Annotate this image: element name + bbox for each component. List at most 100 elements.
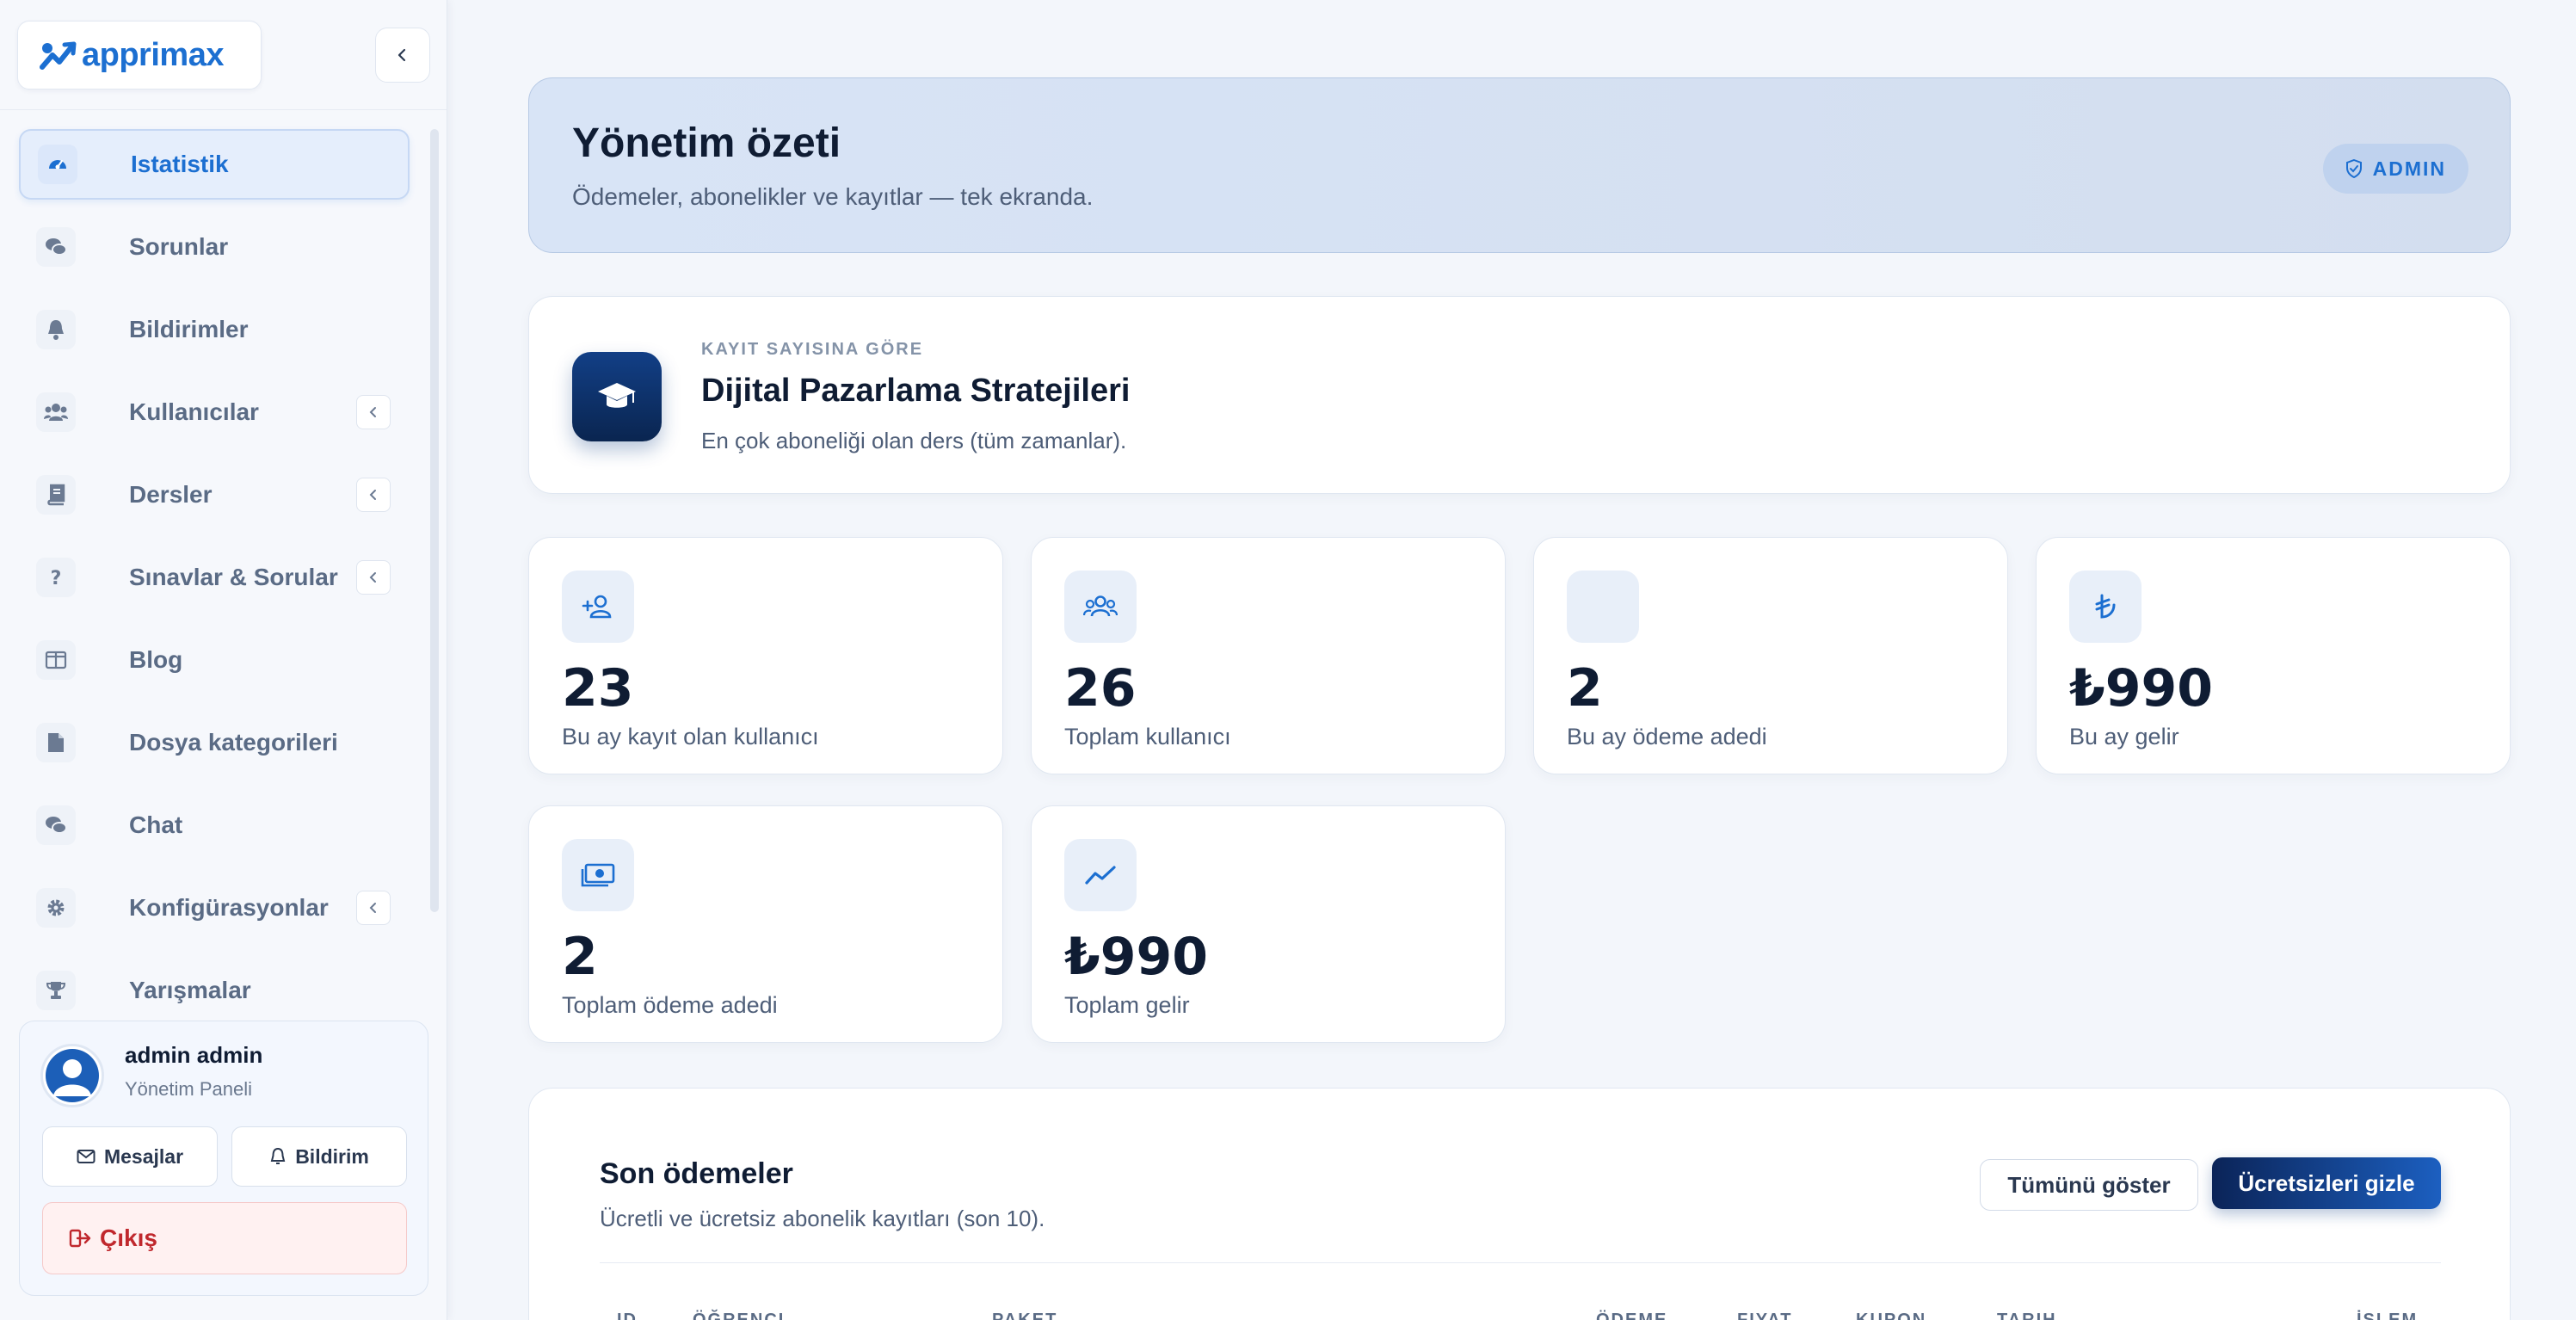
column-header-coupon[interactable]: KUPON — [1856, 1311, 1926, 1320]
top-course-title: Dijital Pazarlama Stratejileri — [701, 373, 1131, 409]
user-avatar-icon — [43, 1046, 102, 1105]
stat-card-total-users: 26 Toplam kullanıcı — [1031, 537, 1506, 774]
chat-bubbles-icon — [36, 227, 76, 267]
book-icon — [36, 475, 76, 515]
notifications-label: Bildirim — [295, 1144, 369, 1168]
trend-line-icon — [1064, 839, 1137, 911]
brand-logo[interactable]: apprimax — [17, 21, 262, 89]
avatar[interactable] — [40, 1044, 104, 1107]
user-name: admin admin — [125, 1042, 263, 1068]
section-title: Son ödemeler — [600, 1157, 793, 1190]
sidebar-item-kullanicilar[interactable]: Kullanıcılar — [19, 377, 410, 447]
notifications-button[interactable]: Bildirim — [231, 1126, 407, 1187]
envelope-icon — [77, 1150, 96, 1163]
sidebar-item-label: Chat — [129, 811, 183, 838]
stat-card-monthly-payments: 2 Bu ay ödeme adedi — [1533, 537, 2008, 774]
chevron-left-icon[interactable] — [356, 478, 391, 512]
top-course-subtitle: En çok aboneliği olan ders (tüm zamanlar… — [701, 428, 1127, 453]
hide-free-button[interactable]: Ücretsizleri gizle — [2212, 1157, 2441, 1209]
page-subtitle: Ödemeler, abonelikler ve kayıtlar — tek … — [572, 183, 1094, 210]
stat-card-monthly-signups: 23 Bu ay kayıt olan kullanıcı — [528, 537, 1003, 774]
sidebar-item-label: Konfigürasyonlar — [129, 894, 329, 921]
sidebar-item-label: Blog — [129, 646, 183, 673]
sidebar-item-blog[interactable]: Blog — [19, 625, 410, 695]
stat-value: 26 — [1064, 658, 1137, 719]
stat-value: 2 — [562, 927, 598, 987]
trophy-icon — [36, 971, 76, 1010]
column-header-id[interactable]: ID — [617, 1311, 638, 1320]
sidebar-item-label: Kullanıcılar — [129, 398, 259, 425]
sidebar-nav: Istatistik Sorunlar Bildirimler Kullanıc… — [0, 120, 439, 1015]
file-icon — [36, 723, 76, 762]
sidebar-item-label: Sorunlar — [129, 233, 229, 260]
user-role: Yönetim Paneli — [125, 1078, 252, 1100]
sign-out-icon — [69, 1229, 91, 1248]
lira-icon — [2069, 571, 2142, 643]
bell-icon — [270, 1147, 286, 1164]
stat-card-total-payments: 2 Toplam ödeme adedi — [528, 805, 1003, 1043]
apprimax-logo-icon — [40, 41, 77, 70]
top-course-kicker: KAYIT SAYISINA GÖRE — [701, 340, 924, 359]
stat-label: Toplam kullanıcı — [1064, 724, 1231, 749]
sidebar-item-label: Sınavlar & Sorular — [129, 564, 338, 590]
divider — [600, 1262, 2441, 1263]
page-title: Yönetim özeti — [572, 120, 841, 166]
sidebar-item-chat[interactable]: Chat — [19, 790, 410, 860]
sidebar-item-sorunlar[interactable]: Sorunlar — [19, 212, 410, 282]
section-subtitle: Ücretli ve ücretsiz abonelik kayıtları (… — [600, 1206, 1045, 1231]
column-header-payment[interactable]: ÖDEME — [1596, 1311, 1667, 1320]
users-icon — [36, 392, 76, 432]
top-course-card[interactable]: KAYIT SAYISINA GÖRE Dijital Pazarlama St… — [528, 296, 2511, 494]
chevron-left-icon[interactable] — [356, 891, 391, 925]
chevron-left-icon[interactable] — [356, 560, 391, 595]
sidebar-item-sinavlar[interactable]: ? Sınavlar & Sorular — [19, 542, 410, 613]
sidebar-item-label: Dosya kategorileri — [129, 729, 338, 756]
stat-label: Toplam gelir — [1064, 992, 1190, 1018]
sidebar-item-yarismalar[interactable]: Yarışmalar — [19, 955, 410, 1015]
messages-button[interactable]: Mesajlar — [42, 1126, 218, 1187]
chat-bubbles-icon — [36, 805, 76, 845]
column-header-price[interactable]: FIYAT — [1737, 1311, 1792, 1320]
column-header-date[interactable]: TARIH — [1997, 1311, 2057, 1320]
sidebar-item-label: Istatistik — [131, 151, 229, 177]
sidebar-item-dersler[interactable]: Dersler — [19, 460, 410, 530]
chevron-left-icon[interactable] — [356, 395, 391, 429]
sidebar-item-istatistik[interactable]: Istatistik — [19, 129, 410, 200]
summary-banner: Yönetim özeti Ödemeler, abonelikler ve k… — [528, 77, 2511, 253]
sidebar-collapse-button[interactable] — [375, 28, 430, 83]
admin-badge-label: ADMIN — [2372, 157, 2446, 180]
main-content: Yönetim özeti Ödemeler, abonelikler ve k… — [465, 0, 2576, 1320]
sidebar: apprimax Istatistik Sorunlar Bildirimler… — [0, 0, 447, 1320]
show-all-button[interactable]: Tümünü göster — [1980, 1159, 2198, 1211]
user-plus-icon — [562, 571, 634, 643]
stat-label: Bu ay kayıt olan kullanıcı — [562, 724, 819, 749]
recent-payments-card: Son ödemeler Ücretli ve ücretsiz aboneli… — [528, 1088, 2511, 1320]
logout-label: Çıkış — [100, 1224, 157, 1251]
sidebar-item-bildirimler[interactable]: Bildirimler — [19, 294, 410, 365]
column-header-package[interactable]: PAKET — [992, 1311, 1057, 1320]
svg-text:?: ? — [51, 568, 62, 589]
stat-value: ₺990 — [1064, 927, 1208, 987]
money-bill-icon — [562, 839, 634, 911]
gear-icon — [36, 888, 76, 928]
sidebar-item-dosya-kategorileri[interactable]: Dosya kategorileri — [19, 707, 410, 778]
logout-button[interactable]: Çıkış — [42, 1202, 407, 1274]
columns-icon — [36, 640, 76, 680]
gauge-icon — [38, 145, 77, 184]
stat-card-monthly-revenue: ₺990 Bu ay gelir — [2036, 537, 2511, 774]
sidebar-item-label: Dersler — [129, 481, 213, 508]
sidebar-item-konfigurasyonlar[interactable]: Konfigürasyonlar — [19, 873, 410, 943]
column-header-action[interactable]: İŞLEM — [2357, 1311, 2418, 1320]
stat-label: Toplam ödeme adedi — [562, 992, 778, 1018]
column-header-student[interactable]: ÖĞRENCI — [693, 1311, 785, 1320]
sidebar-header: apprimax — [0, 0, 447, 110]
stat-label: Bu ay gelir — [2069, 724, 2179, 749]
graduation-cap-icon — [572, 352, 662, 441]
stat-card-total-revenue: ₺990 Toplam gelir — [1031, 805, 1506, 1043]
user-card: admin admin Yönetim Paneli Mesajlar Bild… — [19, 1021, 428, 1296]
brand-name: apprimax — [82, 36, 224, 73]
question-icon: ? — [36, 558, 76, 597]
chevron-left-icon — [397, 48, 406, 62]
sidebar-item-label: Yarışmalar — [129, 977, 251, 1003]
stat-value: ₺990 — [2069, 658, 2213, 719]
